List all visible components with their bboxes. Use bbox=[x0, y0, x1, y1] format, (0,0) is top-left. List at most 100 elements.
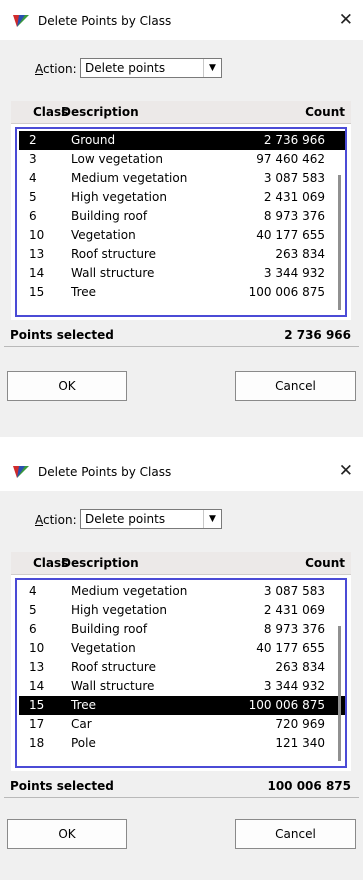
header-count[interactable]: Count bbox=[305, 105, 345, 119]
table-row[interactable]: 14 Wall structure 3 344 932 bbox=[19, 264, 345, 283]
chevron-down-icon[interactable]: ▼ bbox=[203, 510, 221, 528]
cell-count: 40 177 655 bbox=[256, 641, 325, 655]
ok-button[interactable]: OK bbox=[7, 819, 127, 849]
title-bar: Delete Points by Class ✕ bbox=[0, 0, 363, 40]
cell-class: 5 bbox=[29, 603, 37, 617]
vertical-scrollbar[interactable] bbox=[338, 175, 341, 310]
points-selected-label: Points selected bbox=[10, 328, 114, 342]
divider bbox=[4, 346, 359, 347]
table-row[interactable]: 10 Vegetation 40 177 655 bbox=[19, 639, 345, 658]
action-label-text: ction: bbox=[43, 513, 77, 527]
cell-description: Wall structure bbox=[71, 266, 155, 280]
action-select-value: Delete points bbox=[85, 512, 166, 526]
cell-description: Pole bbox=[71, 736, 96, 750]
chevron-down-icon[interactable]: ▼ bbox=[203, 59, 221, 77]
table-header: Class Description Count bbox=[11, 101, 351, 124]
class-table: Class Description Count 4 Medium vegetati… bbox=[11, 552, 351, 771]
table-row[interactable]: 14 Wall structure 3 344 932 bbox=[19, 677, 345, 696]
table-row[interactable]: 13 Roof structure 263 834 bbox=[19, 658, 345, 677]
action-label-accesskey: A bbox=[35, 62, 43, 76]
cancel-button[interactable]: Cancel bbox=[235, 371, 356, 401]
table-row[interactable]: 2 Ground 2 736 966 bbox=[19, 131, 345, 150]
class-listbox[interactable]: 2 Ground 2 736 966 3 Low vegetation 97 460 46… bbox=[15, 127, 347, 317]
cell-class: 6 bbox=[29, 622, 37, 636]
cell-count: 8 973 376 bbox=[263, 622, 325, 636]
cell-count: 2 431 069 bbox=[263, 190, 325, 204]
table-row[interactable]: 3 Low vegetation 97 460 462 bbox=[19, 150, 345, 169]
cell-description: Roof structure bbox=[71, 247, 156, 261]
cell-count: 100 006 875 bbox=[248, 698, 325, 712]
cell-class: 13 bbox=[29, 660, 45, 674]
cell-count: 40 177 655 bbox=[256, 228, 325, 242]
cell-description: Building roof bbox=[71, 209, 148, 223]
cell-count: 2 431 069 bbox=[263, 603, 325, 617]
cell-count: 3 344 932 bbox=[263, 679, 325, 693]
cell-description: Low vegetation bbox=[71, 152, 163, 166]
table-row[interactable]: 5 High vegetation 2 431 069 bbox=[19, 188, 345, 207]
ok-button[interactable]: OK bbox=[7, 371, 127, 401]
table-row[interactable]: 13 Roof structure 263 834 bbox=[19, 245, 345, 264]
class-listbox[interactable]: 4 Medium vegetation 3 087 583 5 High vegetat… bbox=[15, 578, 347, 768]
divider bbox=[4, 797, 359, 798]
app-logo-icon bbox=[13, 15, 29, 27]
cell-class: 10 bbox=[29, 228, 45, 242]
cell-description: Building roof bbox=[71, 622, 148, 636]
vertical-scrollbar[interactable] bbox=[338, 626, 341, 761]
cell-count: 8 973 376 bbox=[263, 209, 325, 223]
table-row[interactable]: 6 Building roof 8 973 376 bbox=[19, 207, 345, 226]
table-header: Class Description Count bbox=[11, 552, 351, 575]
cell-class: 18 bbox=[29, 736, 45, 750]
cell-count: 263 834 bbox=[275, 247, 325, 261]
class-table: Class Description Count 2 Ground 2 736 966… bbox=[11, 101, 351, 320]
cell-description: Roof structure bbox=[71, 660, 156, 674]
cell-class: 3 bbox=[29, 152, 37, 166]
close-icon[interactable]: ✕ bbox=[339, 461, 353, 481]
cell-class: 15 bbox=[29, 285, 45, 299]
cell-class: 6 bbox=[29, 209, 37, 223]
cell-description: Vegetation bbox=[71, 641, 136, 655]
cell-count: 100 006 875 bbox=[248, 285, 325, 299]
cell-class: 2 bbox=[29, 133, 37, 147]
table-row[interactable]: 4 Medium vegetation 3 087 583 bbox=[19, 582, 345, 601]
cell-count: 121 340 bbox=[275, 736, 325, 750]
table-row[interactable]: 4 Medium vegetation 3 087 583 bbox=[19, 169, 345, 188]
action-label: Action: bbox=[35, 62, 77, 76]
action-select[interactable]: Delete points ▼ bbox=[80, 509, 222, 529]
cell-class: 15 bbox=[29, 698, 45, 712]
cell-count: 3 087 583 bbox=[263, 171, 325, 185]
cancel-button[interactable]: Cancel bbox=[235, 819, 356, 849]
title-bar: Delete Points by Class ✕ bbox=[0, 451, 363, 491]
header-count[interactable]: Count bbox=[305, 556, 345, 570]
table-row[interactable]: 17 Car 720 969 bbox=[19, 715, 345, 734]
cell-class: 4 bbox=[29, 584, 37, 598]
cell-description: Medium vegetation bbox=[71, 171, 188, 185]
header-description[interactable]: Description bbox=[61, 105, 139, 119]
cell-class: 17 bbox=[29, 717, 45, 731]
table-row[interactable]: 18 Pole 121 340 bbox=[19, 734, 345, 753]
table-row[interactable]: 6 Building roof 8 973 376 bbox=[19, 620, 345, 639]
close-icon[interactable]: ✕ bbox=[339, 10, 353, 30]
cell-description: High vegetation bbox=[71, 603, 167, 617]
action-select-value: Delete points bbox=[85, 61, 166, 75]
table-row[interactable]: 5 High vegetation 2 431 069 bbox=[19, 601, 345, 620]
table-row[interactable]: 15 Tree 100 006 875 bbox=[19, 283, 345, 302]
action-label-accesskey: A bbox=[35, 513, 43, 527]
delete-points-dialog-1: Delete Points by Class ✕ Action: Delete … bbox=[0, 0, 363, 437]
cell-class: 10 bbox=[29, 641, 45, 655]
action-select[interactable]: Delete points ▼ bbox=[80, 58, 222, 78]
cell-class: 4 bbox=[29, 171, 37, 185]
table-row[interactable]: 15 Tree 100 006 875 bbox=[19, 696, 345, 715]
cell-description: Wall structure bbox=[71, 679, 155, 693]
cell-class: 14 bbox=[29, 266, 45, 280]
header-description[interactable]: Description bbox=[61, 556, 139, 570]
cell-count: 2 736 966 bbox=[263, 133, 325, 147]
cell-count: 263 834 bbox=[275, 660, 325, 674]
cell-count: 97 460 462 bbox=[256, 152, 325, 166]
table-row[interactable]: 10 Vegetation 40 177 655 bbox=[19, 226, 345, 245]
cell-count: 3 087 583 bbox=[263, 584, 325, 598]
cell-class: 13 bbox=[29, 247, 45, 261]
cell-description: Car bbox=[71, 717, 92, 731]
cell-description: Tree bbox=[71, 698, 97, 712]
separator-gap bbox=[0, 437, 363, 451]
window-title: Delete Points by Class bbox=[38, 465, 172, 479]
